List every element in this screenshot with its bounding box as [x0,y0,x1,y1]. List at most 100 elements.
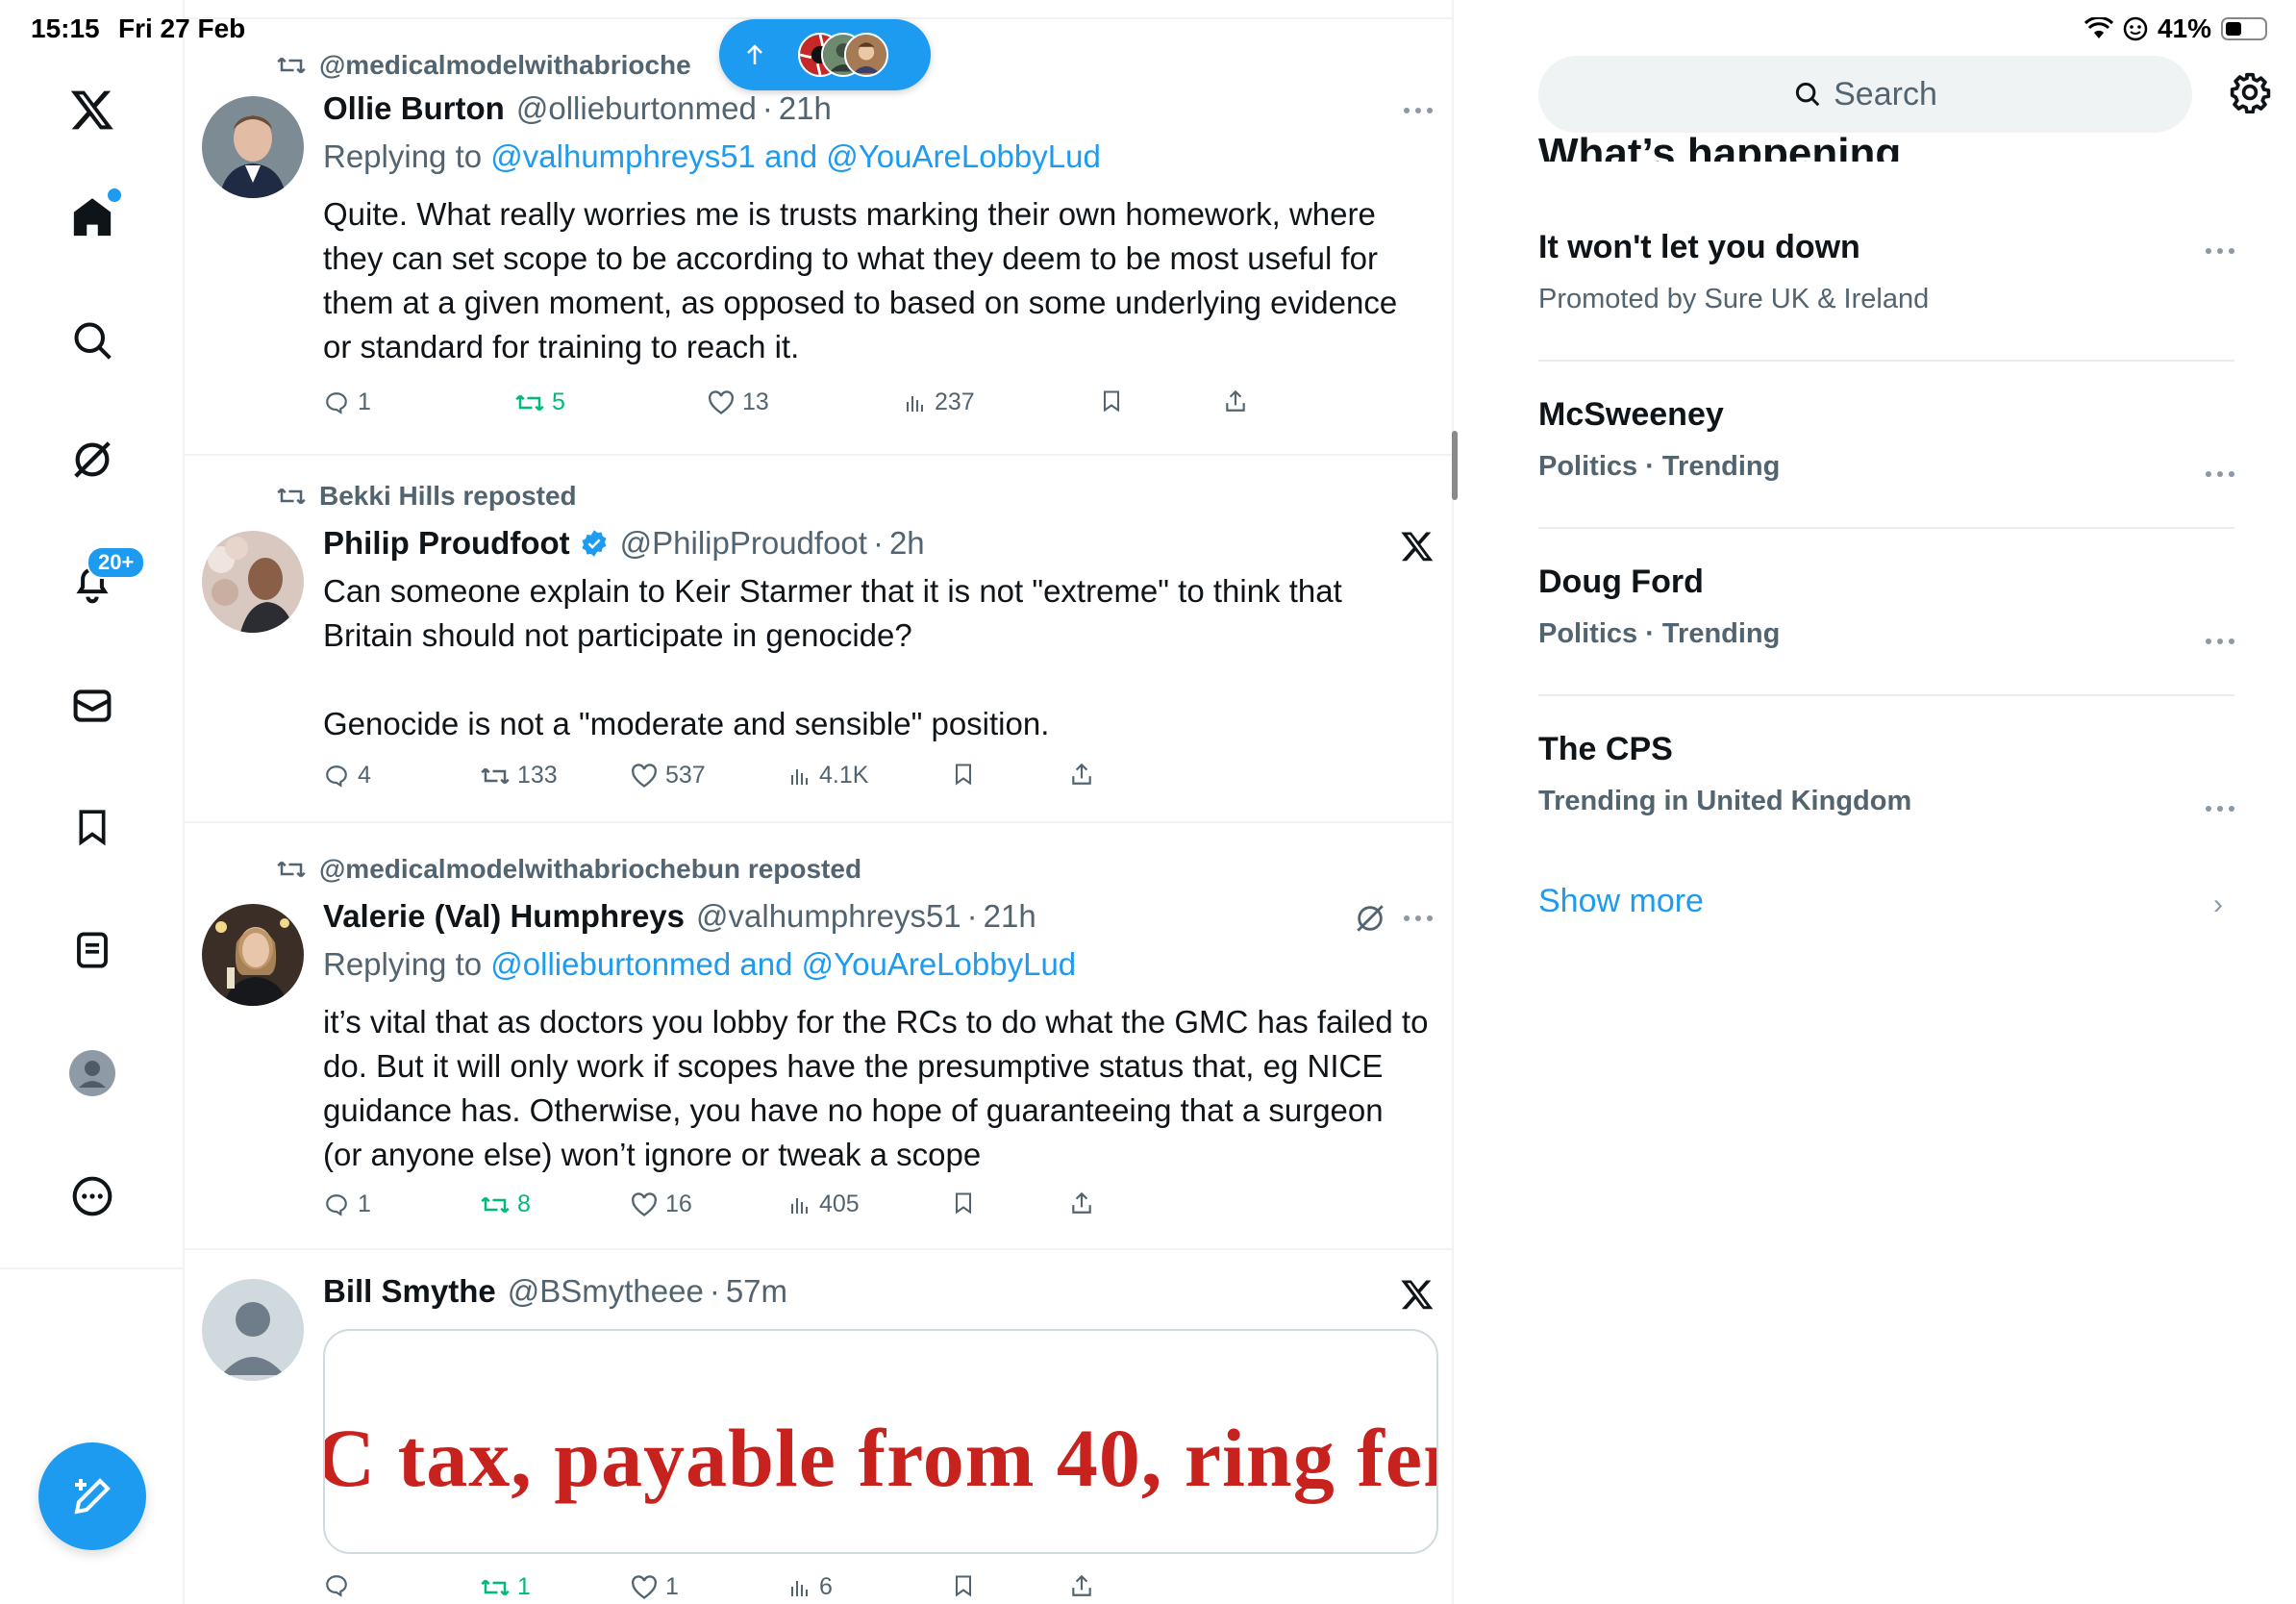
trend-item[interactable]: It won't let you down Promoted by Sure U… [1538,229,2234,315]
tweet-media-image[interactable]: C tax, payable from 40, ring fence [323,1329,1438,1554]
status-date: Fri 27 Feb [118,13,246,43]
tweet[interactable]: Bekki Hills reposted Philip Proudfoot @P… [185,456,1452,823]
more-options-icon[interactable] [2206,248,2234,254]
nav-messages[interactable] [46,660,138,752]
x-source-icon[interactable] [1400,1277,1435,1316]
reply-button[interactable]: 1 [323,388,371,416]
trend-title: It won't let you down [1538,229,1860,265]
trend-title: McSweeney [1538,396,1724,433]
tweet-time[interactable]: 21h [984,898,1036,935]
home-unread-dot [108,188,121,202]
status-time: 15:15 [31,13,100,43]
nav-more[interactable] [46,1150,138,1242]
avatar[interactable] [202,1279,304,1381]
views-button[interactable]: 405 [788,1190,860,1218]
repost-count: 5 [552,388,565,415]
repost-count: 1 [517,1573,531,1600]
timeline-feed: @medicalmodelwithabrioche Ollie Burton @… [185,0,1454,1604]
repost-button[interactable]: 5 [515,388,565,416]
nav-lists[interactable] [46,904,138,996]
grok-explain-icon[interactable] [1354,902,1386,940]
bookmark-button[interactable] [952,1573,975,1598]
repost-button[interactable]: 133 [481,762,558,789]
author-handle[interactable]: @ollieburtonmed [516,90,757,127]
more-options-icon[interactable] [1404,915,1433,921]
tweet[interactable]: @medicalmodelwithabriochebun reposted Va… [185,823,1452,1250]
reposted-by-text[interactable]: @medicalmodelwithabriochebun reposted [319,854,861,885]
tweet[interactable]: Bill Smythe @BSmytheee · 57m C tax, paya… [185,1250,1452,1604]
replying-prefix: Replying to [323,946,483,982]
nav-grok[interactable] [46,414,138,506]
like-button[interactable]: 537 [631,762,706,789]
tweet-time[interactable]: 2h [889,525,925,562]
author-name[interactable]: Bill Smythe [323,1273,496,1310]
nav-notifications[interactable]: 20+ [46,537,146,629]
like-button[interactable]: 13 [708,388,769,416]
views-icon [791,1580,808,1596]
author-name[interactable]: Valerie (Val) Humphreys [323,898,685,935]
share-button[interactable] [1069,762,1094,787]
search-input[interactable]: Search [1538,56,2192,133]
like-count: 1 [665,1573,679,1600]
like-button[interactable]: 1 [631,1573,679,1601]
bookmark-icon [956,1575,971,1597]
trend-title: Doug Ford [1538,564,1704,600]
list-icon [77,932,108,968]
heart-icon [632,1191,657,1216]
replying-to-link[interactable]: @valhumphreys51 and @YouAreLobbyLud [490,138,1101,174]
nav-divider [0,1267,185,1269]
status-bar: 15:15 Fri 27 Feb 41% [0,0,2296,62]
more-options-icon[interactable] [2206,806,2234,812]
grok-icon [74,441,111,478]
show-more-link[interactable]: Show more [1538,883,1704,920]
x-source-icon[interactable] [1400,529,1435,568]
more-options-icon[interactable] [2206,471,2234,477]
author-name[interactable]: Ollie Burton [323,90,505,127]
trend-item[interactable]: The CPS Trending in United Kingdom [1538,731,2234,817]
share-icon [1072,1191,1091,1214]
media-caption-text: C tax, payable from 40, ring fence [323,1412,1438,1504]
trend-item[interactable]: Doug Ford Politics · Trending [1538,564,2234,650]
more-options-icon[interactable] [2206,639,2234,644]
more-options-icon[interactable] [1404,108,1433,113]
bookmark-button[interactable] [952,762,975,787]
bookmark-button[interactable] [952,1190,975,1216]
avatar[interactable] [202,904,304,1006]
author-name[interactable]: Philip Proudfoot [323,525,570,562]
nav-bookmarks[interactable] [46,781,138,873]
notifications-badge: 20+ [87,546,146,579]
x-logo-icon[interactable] [46,63,138,156]
nav-explore[interactable] [46,294,138,387]
avatar[interactable] [202,531,304,633]
reposted-by-text[interactable]: Bekki Hills reposted [319,481,577,512]
tweet-time[interactable]: 21h [779,90,832,127]
share-button[interactable] [1223,388,1248,414]
author-handle[interactable]: @PhilipProudfoot [620,525,867,562]
replying-prefix: Replying to [323,138,483,174]
repost-button[interactable]: 8 [481,1190,531,1218]
avatar[interactable] [202,96,304,198]
author-handle[interactable]: @BSmytheee [508,1273,704,1310]
reply-button[interactable] [323,1573,358,1598]
bookmark-button[interactable] [1100,388,1123,414]
reply-button[interactable]: 1 [323,1190,371,1218]
nav-profile[interactable] [46,1027,138,1119]
share-button[interactable] [1069,1573,1094,1598]
tweet-time[interactable]: 57m [726,1273,787,1310]
share-button[interactable] [1069,1190,1094,1216]
replying-to-link[interactable]: @ollieburtonmed and @YouAreLobbyLud [490,946,1076,982]
views-button[interactable]: 6 [788,1573,833,1601]
repost-button[interactable]: 1 [481,1573,531,1601]
status-right: 41% [2084,13,2267,44]
chevron-right-icon: › [2213,889,2223,920]
views-button[interactable]: 4.1K [788,762,868,789]
views-button[interactable]: 237 [904,388,975,416]
like-button[interactable]: 16 [631,1190,692,1218]
compose-button[interactable] [38,1442,146,1550]
trend-item[interactable]: McSweeney Politics · Trending [1538,396,2234,483]
reply-button[interactable]: 4 [323,762,371,789]
author-handle[interactable]: @valhumphreys51 [696,898,961,935]
nav-home[interactable] [46,171,138,263]
settings-button[interactable] [2229,71,2271,118]
verified-badge-icon [580,529,609,558]
